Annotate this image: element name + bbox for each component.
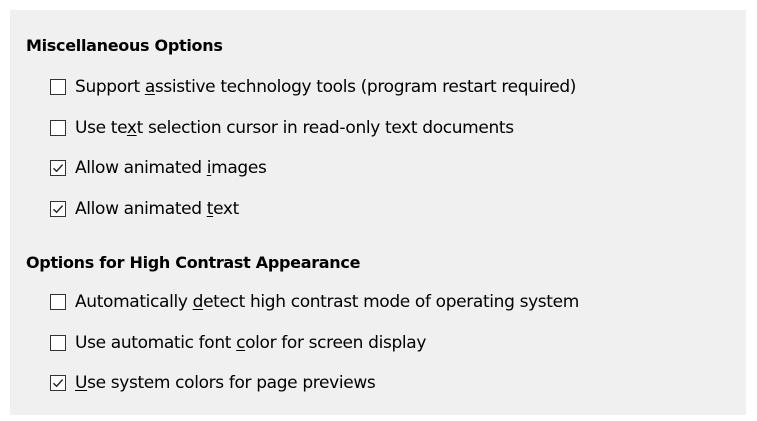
checkbox[interactable] <box>50 160 66 176</box>
option-label: Allow animated text <box>75 199 239 219</box>
option-detect-high-contrast[interactable]: Automatically detect high contrast mode … <box>50 291 579 313</box>
option-label: Use automatic font color for screen disp… <box>75 333 427 353</box>
option-label: Support assistive technology tools (prog… <box>75 77 577 97</box>
checkbox[interactable] <box>50 294 66 310</box>
option-label: Use system colors for page previews <box>75 373 376 393</box>
option-text-selection-cursor[interactable]: Use text selection cursor in read-only t… <box>50 117 514 139</box>
checkbox[interactable] <box>50 335 66 351</box>
option-support-assistive-tools[interactable]: Support assistive technology tools (prog… <box>50 76 576 98</box>
check-icon <box>53 205 64 214</box>
option-animated-text[interactable]: Allow animated text <box>50 198 239 220</box>
option-label: Automatically detect high contrast mode … <box>75 292 579 312</box>
checkbox[interactable] <box>50 79 66 95</box>
option-label: Allow animated images <box>75 158 267 178</box>
option-automatic-font-color[interactable]: Use automatic font color for screen disp… <box>50 332 426 354</box>
checkbox[interactable] <box>50 201 66 217</box>
checkbox[interactable] <box>50 120 66 136</box>
option-animated-images[interactable]: Allow animated images <box>50 157 267 179</box>
check-icon <box>53 379 64 388</box>
option-system-colors-previews[interactable]: Use system colors for page previews <box>50 372 376 394</box>
checkbox[interactable] <box>50 375 66 391</box>
options-panel: Miscellaneous Options Support assistive … <box>10 10 746 415</box>
check-icon <box>53 164 64 173</box>
misc-options-heading: Miscellaneous Options <box>26 36 223 55</box>
option-label: Use text selection cursor in read-only t… <box>75 118 514 138</box>
high-contrast-options-heading: Options for High Contrast Appearance <box>26 253 361 272</box>
